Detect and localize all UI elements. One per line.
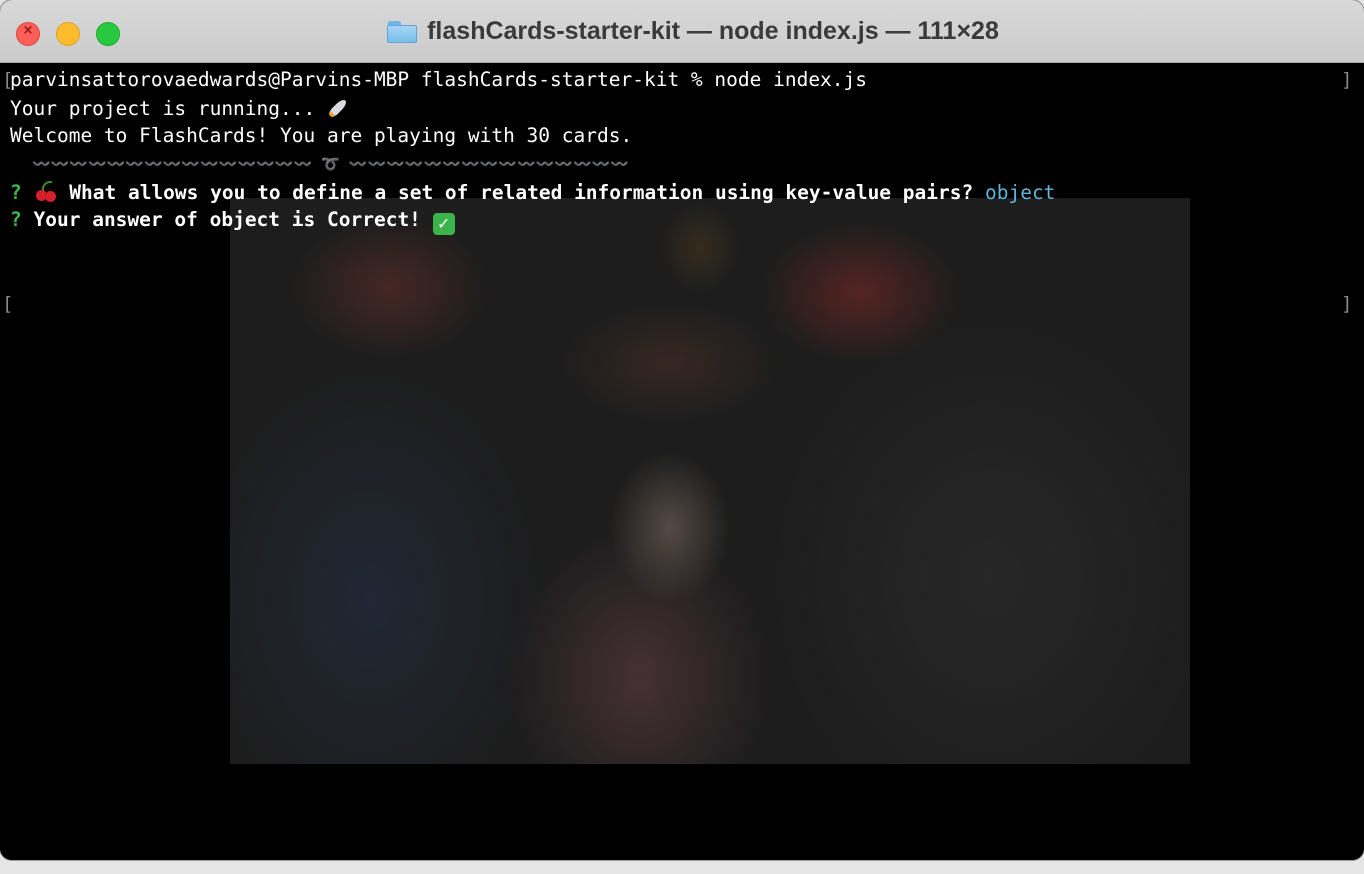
- rocket-emoji: [327, 96, 351, 118]
- question-line: ? What allows you to define a set of rel…: [10, 180, 1055, 205]
- question-mark: ?: [10, 181, 22, 204]
- running-line: Your project is running...: [10, 96, 351, 121]
- selection-bracket-right: ]: [1341, 69, 1353, 91]
- command-prompt-line: parvinsattorovaedwards@Parvins-MBP flash…: [10, 68, 868, 91]
- divider-line: 〰️〰️〰️〰️〰️〰️〰️〰️〰️〰️〰️〰️〰️〰️〰️ ➰ 〰️〰️〰️〰…: [32, 155, 630, 173]
- result-question-mark: ?: [10, 208, 22, 231]
- window-title-group: flashCards-starter-kit — node index.js —…: [0, 0, 1364, 62]
- running-text: Your project is running...: [10, 97, 327, 120]
- welcome-line: Welcome to FlashCards! You are playing w…: [10, 124, 633, 147]
- result-line: ? Your answer of object is Correct! ✓: [10, 208, 455, 235]
- result-text: Your answer of object is Correct!: [33, 208, 421, 231]
- terminal-window: × flashCards-starter-kit — node index.js…: [0, 0, 1364, 860]
- cherry-emoji: [34, 180, 58, 202]
- answer-text: object: [984, 181, 1056, 204]
- window-title: flashCards-starter-kit — node index.js —…: [427, 16, 999, 45]
- title-bar[interactable]: × flashCards-starter-kit — node index.js…: [0, 0, 1364, 63]
- check-mark-emoji: ✓: [432, 213, 455, 235]
- question-text: What allows you to define a set of relat…: [69, 181, 974, 204]
- selection-bracket-right-2: ]: [1341, 293, 1353, 315]
- terminal-content[interactable]: [ ] parvinsattorovaedwards@Parvins-MBP f…: [0, 63, 1364, 860]
- folder-icon: [387, 19, 418, 43]
- background-image: [230, 198, 1190, 764]
- selection-bracket-left-2: [: [2, 293, 14, 315]
